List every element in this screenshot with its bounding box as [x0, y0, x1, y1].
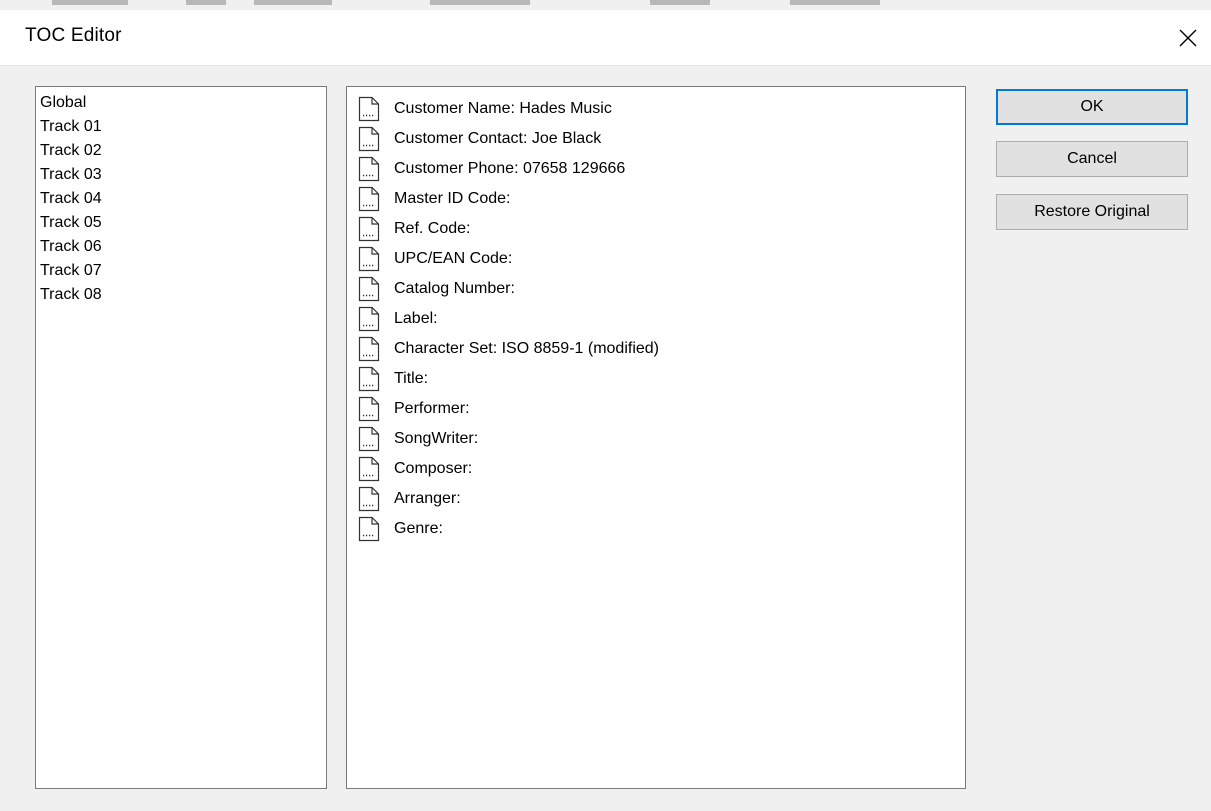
toc-field-label: Customer Name: Hades Music	[394, 100, 612, 117]
toc-field-row[interactable]: Character Set: ISO 8859-1 (modified)	[358, 334, 965, 364]
toc-field-row[interactable]: Customer Contact: Joe Black	[358, 124, 965, 154]
title-bar: TOC Editor	[0, 10, 1211, 66]
toc-field-list[interactable]: Customer Name: Hades Music Customer Conta…	[346, 86, 966, 789]
document-icon	[358, 456, 380, 482]
toc-field-row[interactable]: Customer Name: Hades Music	[358, 94, 965, 124]
document-icon	[358, 126, 380, 152]
toc-field-label: Performer:	[394, 400, 470, 417]
document-icon	[358, 516, 380, 542]
toc-field-label: Label:	[394, 310, 438, 327]
close-button[interactable]	[1165, 10, 1211, 65]
document-icon	[358, 156, 380, 182]
document-icon	[358, 486, 380, 512]
document-icon	[358, 96, 380, 122]
document-icon	[358, 366, 380, 392]
toc-field-label: Composer:	[394, 460, 473, 477]
track-list-item[interactable]: Track 06	[39, 235, 326, 259]
toc-field-row[interactable]: UPC/EAN Code:	[358, 244, 965, 274]
ok-button[interactable]: OK	[996, 89, 1188, 125]
toc-field-row[interactable]: Arranger:	[358, 484, 965, 514]
toc-field-row[interactable]: Ref. Code:	[358, 214, 965, 244]
toc-field-row[interactable]: Master ID Code:	[358, 184, 965, 214]
dialog-title: TOC Editor	[25, 25, 122, 46]
toc-editor-dialog: TOC Editor Global Track 01 Track 02 Trac…	[0, 10, 1211, 811]
document-icon	[358, 216, 380, 242]
toc-field-row[interactable]: Title:	[358, 364, 965, 394]
toc-field-label: Arranger:	[394, 490, 461, 507]
track-list-item[interactable]: Global	[39, 91, 326, 115]
track-list-item[interactable]: Track 08	[39, 283, 326, 307]
track-list-item[interactable]: Track 05	[39, 211, 326, 235]
background-window-strip	[0, 0, 1211, 10]
toc-field-label: UPC/EAN Code:	[394, 250, 513, 267]
toc-field-row[interactable]: Customer Phone: 07658 129666	[358, 154, 965, 184]
track-list[interactable]: Global Track 01 Track 02 Track 03 Track …	[35, 86, 327, 789]
toc-field-label: Genre:	[394, 520, 443, 537]
toc-field-label: Character Set: ISO 8859-1 (modified)	[394, 340, 660, 357]
restore-original-button[interactable]: Restore Original	[996, 194, 1188, 230]
document-icon	[358, 306, 380, 332]
toc-field-label: SongWriter:	[394, 430, 479, 447]
toc-field-label: Catalog Number:	[394, 280, 515, 297]
document-icon	[358, 336, 380, 362]
toc-field-row[interactable]: Genre:	[358, 514, 965, 544]
close-icon	[1179, 29, 1197, 46]
toc-field-label: Ref. Code:	[394, 220, 471, 237]
toc-field-label: Customer Contact: Joe Black	[394, 130, 602, 147]
document-icon	[358, 396, 380, 422]
track-list-item[interactable]: Track 03	[39, 163, 326, 187]
document-icon	[358, 426, 380, 452]
toc-field-row[interactable]: Composer:	[358, 454, 965, 484]
track-list-item[interactable]: Track 01	[39, 115, 326, 139]
document-icon	[358, 276, 380, 302]
toc-field-label: Master ID Code:	[394, 190, 511, 207]
toc-field-label: Title:	[394, 370, 429, 387]
track-list-item[interactable]: Track 02	[39, 139, 326, 163]
cancel-button[interactable]: Cancel	[996, 141, 1188, 177]
toc-field-row[interactable]: Catalog Number:	[358, 274, 965, 304]
toc-field-row[interactable]: SongWriter:	[358, 424, 965, 454]
document-icon	[358, 246, 380, 272]
document-icon	[358, 186, 380, 212]
toc-field-row[interactable]: Label:	[358, 304, 965, 334]
track-list-item[interactable]: Track 07	[39, 259, 326, 283]
track-list-item[interactable]: Track 04	[39, 187, 326, 211]
toc-field-label: Customer Phone: 07658 129666	[394, 160, 626, 177]
toc-field-row[interactable]: Performer:	[358, 394, 965, 424]
